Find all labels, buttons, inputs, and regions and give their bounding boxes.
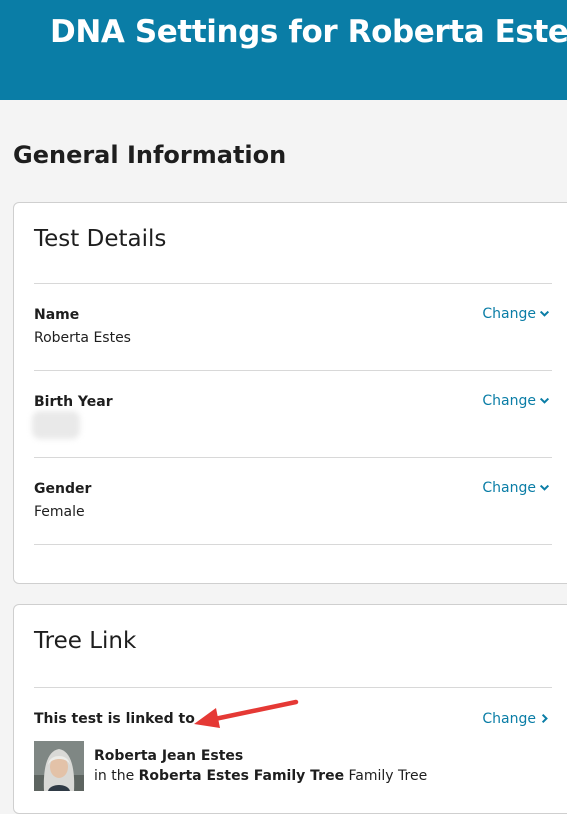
chevron-right-icon (541, 713, 548, 724)
test-details-card: Test Details Name Roberta Estes Change B… (13, 202, 567, 584)
tree-prefix: in the (94, 768, 135, 784)
divider (34, 283, 552, 284)
linked-person-name[interactable]: Roberta Jean Estes (94, 748, 243, 764)
name-label: Name (34, 307, 80, 323)
name-value: Roberta Estes (34, 330, 131, 346)
change-birth-year-button[interactable]: Change (482, 393, 550, 409)
gender-label: Gender (34, 481, 92, 497)
tree-name[interactable]: Roberta Estes Family Tree (139, 768, 344, 784)
tree-link-title: Tree Link (34, 628, 137, 654)
chevron-down-icon (539, 484, 550, 491)
section-title: General Information (13, 141, 287, 169)
page-header: DNA Settings for Roberta Estes (0, 0, 567, 100)
change-name-label: Change (482, 306, 536, 322)
change-birth-year-label: Change (482, 393, 536, 409)
person-photo (34, 741, 84, 791)
change-tree-link-button[interactable]: Change (482, 711, 550, 727)
change-name-button[interactable]: Change (482, 306, 550, 322)
tree-suffix: Family Tree (348, 768, 428, 784)
chevron-down-icon (539, 310, 550, 317)
divider (34, 457, 552, 458)
change-tree-link-label: Change (482, 711, 536, 727)
divider (34, 687, 552, 688)
change-gender-button[interactable]: Change (482, 480, 550, 496)
linked-to-label: This test is linked to (34, 711, 195, 727)
annotation-arrow-icon (194, 699, 299, 728)
gender-value: Female (34, 504, 85, 520)
test-details-title: Test Details (34, 226, 167, 252)
divider (34, 370, 552, 371)
birth-year-value-redacted (32, 411, 80, 439)
tree-info: in the Roberta Estes Family Tree Family … (94, 768, 427, 784)
chevron-down-icon (539, 397, 550, 404)
page-title: DNA Settings for Roberta Estes (50, 14, 567, 50)
birth-year-label: Birth Year (34, 394, 113, 410)
change-gender-label: Change (482, 480, 536, 496)
divider (34, 544, 552, 545)
avatar[interactable] (34, 741, 84, 791)
